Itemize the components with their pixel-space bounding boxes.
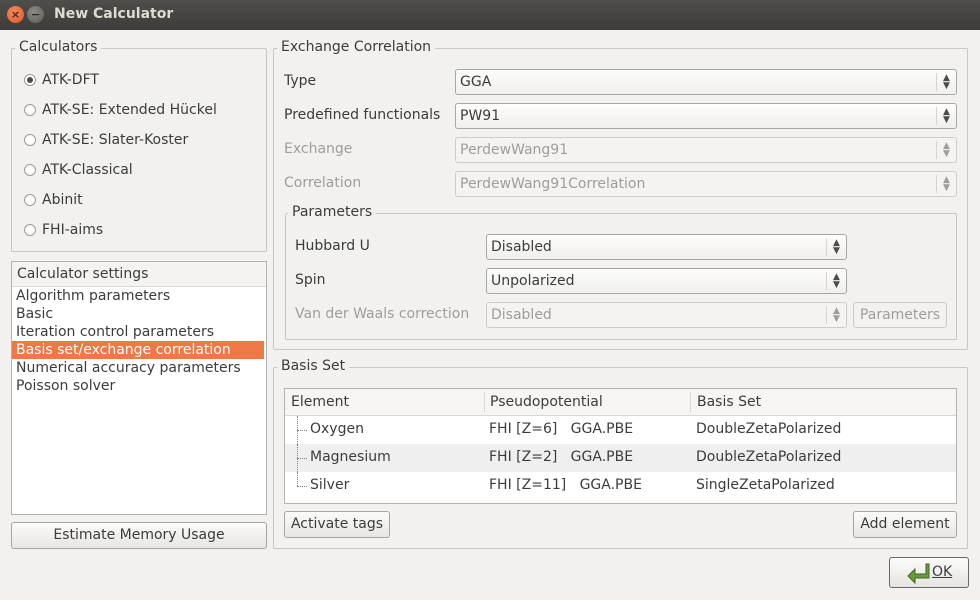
vdw-correction-label: Van der Waals correction [295, 306, 470, 322]
estimate-memory-label: Estimate Memory Usage [53, 527, 225, 543]
vdw-correction-combo: Disabled ▲ ▼ [486, 302, 847, 328]
calculator-option[interactable]: Abinit [24, 189, 83, 211]
correlation-label: Correlation [284, 175, 362, 191]
updown-arrow-icon: ▲ ▼ [936, 141, 956, 159]
title-bar: × − New Calculator [0, 0, 980, 30]
vdw-correction-value: Disabled [491, 307, 552, 323]
window-title: New Calculator [54, 6, 174, 22]
activate-tags-label: Activate tags [290, 516, 384, 532]
settings-list-item[interactable]: Poisson solver [12, 377, 266, 395]
correlation-combo: PerdewWang91Correlation ▲ ▼ [455, 171, 957, 197]
calculator-option[interactable]: ATK-SE: Extended Hückel [24, 99, 217, 121]
predefined-functionals-label: Predefined functionals [284, 107, 441, 123]
calculators-title: Calculators [15, 39, 102, 55]
exchange-correlation-title: Exchange Correlation [277, 39, 436, 55]
type-label: Type [284, 73, 317, 89]
calculator-option[interactable]: ATK-DFT [24, 69, 99, 91]
tree-connector [297, 444, 307, 472]
vdw-parameters-label: Parameters [859, 307, 941, 323]
radio-button[interactable] [24, 194, 36, 206]
type-combo[interactable]: GGA ▲ ▼ [455, 69, 957, 95]
table-row[interactable]: Magnesium FHI [Z=2] GGA.PBE DoubleZetaPo… [285, 444, 956, 472]
radio-button[interactable] [24, 164, 36, 176]
calculator-option-label: ATK-SE: Extended Hückel [42, 102, 217, 118]
ok-button[interactable]: OK [889, 557, 969, 588]
exchange-value: PerdewWang91 [460, 142, 569, 158]
tree-connector [297, 416, 307, 444]
updown-arrow-icon: ▲ ▼ [936, 73, 956, 91]
exchange-label: Exchange [284, 141, 353, 157]
spin-label: Spin [295, 272, 326, 288]
basis-set-cell: DoubleZetaPolarized [696, 421, 842, 437]
column-header-basis-set[interactable]: Basis Set [697, 394, 761, 410]
table-header: Element Pseudopotential Basis Set [285, 389, 956, 416]
ok-label: OK [932, 564, 953, 580]
calculator-settings-list: Calculator settings Algorithm parameters… [11, 261, 267, 515]
predefined-functionals-combo[interactable]: PW91 ▲ ▼ [455, 103, 957, 129]
exchange-combo: PerdewWang91 ▲ ▼ [455, 137, 957, 163]
element-cell: Oxygen [310, 421, 364, 437]
element-cell: Magnesium [310, 449, 391, 465]
column-header-element[interactable]: Element [291, 394, 349, 410]
radio-button[interactable] [24, 134, 36, 146]
calculator-settings-header: Calculator settings [12, 262, 266, 287]
hubbard-u-value: Disabled [491, 239, 552, 255]
column-divider [690, 392, 691, 412]
radio-button[interactable] [24, 224, 36, 236]
basis-set-title: Basis Set [277, 358, 350, 374]
basis-set-cell: SingleZetaPolarized [696, 477, 835, 493]
column-header-pseudopotential[interactable]: Pseudopotential [490, 394, 603, 410]
settings-list-item[interactable]: Numerical accuracy parameters [12, 359, 266, 377]
calculator-option-label: Abinit [42, 192, 83, 208]
updown-arrow-icon: ▲ ▼ [826, 306, 846, 324]
pseudopotential-cell: FHI [Z=2] GGA.PBE [489, 449, 634, 465]
close-icon[interactable]: × [7, 6, 24, 23]
calculator-option-label: ATK-SE: Slater-Koster [42, 132, 189, 148]
pseudopotential-cell: FHI [Z=6] GGA.PBE [489, 421, 634, 437]
column-divider [484, 392, 485, 412]
add-element-button[interactable]: Add element [853, 511, 957, 538]
settings-list-item[interactable]: Basic [12, 305, 266, 323]
spin-combo[interactable]: Unpolarized ▲ ▼ [486, 268, 847, 294]
updown-arrow-icon: ▲ ▼ [936, 175, 956, 193]
basis-set-cell: DoubleZetaPolarized [696, 449, 842, 465]
calculator-option[interactable]: FHI-aims [24, 219, 103, 241]
settings-list-item[interactable]: Basis set/exchange correlation [12, 341, 264, 359]
updown-arrow-icon: ▲ ▼ [826, 272, 846, 290]
basis-set-table: Element Pseudopotential Basis Set Oxygen… [284, 388, 957, 504]
radio-button[interactable] [24, 104, 36, 116]
hubbard-u-label: Hubbard U [295, 238, 370, 254]
calculator-option[interactable]: ATK-SE: Slater-Koster [24, 129, 188, 151]
table-row[interactable]: Oxygen FHI [Z=6] GGA.PBE DoubleZetaPolar… [285, 416, 956, 444]
tree-connector [297, 472, 307, 500]
correlation-value: PerdewWang91Correlation [460, 176, 646, 192]
radio-button[interactable] [24, 74, 36, 86]
minimize-icon[interactable]: − [27, 6, 44, 23]
table-row[interactable]: Silver FHI [Z=11] GGA.PBE SingleZetaPola… [285, 472, 956, 500]
vdw-parameters-button: Parameters [853, 302, 947, 328]
updown-arrow-icon: ▲ ▼ [936, 107, 956, 125]
spin-value: Unpolarized [491, 273, 575, 289]
parameters-title: Parameters [288, 204, 377, 220]
calculator-option-label: ATK-DFT [42, 72, 99, 88]
calculator-option-label: FHI-aims [42, 222, 104, 238]
calculator-option-label: ATK-Classical [42, 162, 133, 178]
predefined-functionals-value: PW91 [460, 108, 501, 124]
activate-tags-button[interactable]: Activate tags [284, 511, 390, 538]
estimate-memory-button[interactable]: Estimate Memory Usage [11, 522, 267, 549]
pseudopotential-cell: FHI [Z=11] GGA.PBE [489, 477, 642, 493]
hubbard-u-combo[interactable]: Disabled ▲ ▼ [486, 234, 847, 260]
return-arrow-icon [907, 563, 930, 584]
updown-arrow-icon: ▲ ▼ [826, 238, 846, 256]
type-value: GGA [460, 74, 492, 90]
calculator-option[interactable]: ATK-Classical [24, 159, 133, 181]
settings-list-item[interactable]: Iteration control parameters [12, 323, 266, 341]
add-element-label: Add element [860, 516, 950, 532]
element-cell: Silver [310, 477, 350, 493]
settings-list-item[interactable]: Algorithm parameters [12, 287, 266, 305]
